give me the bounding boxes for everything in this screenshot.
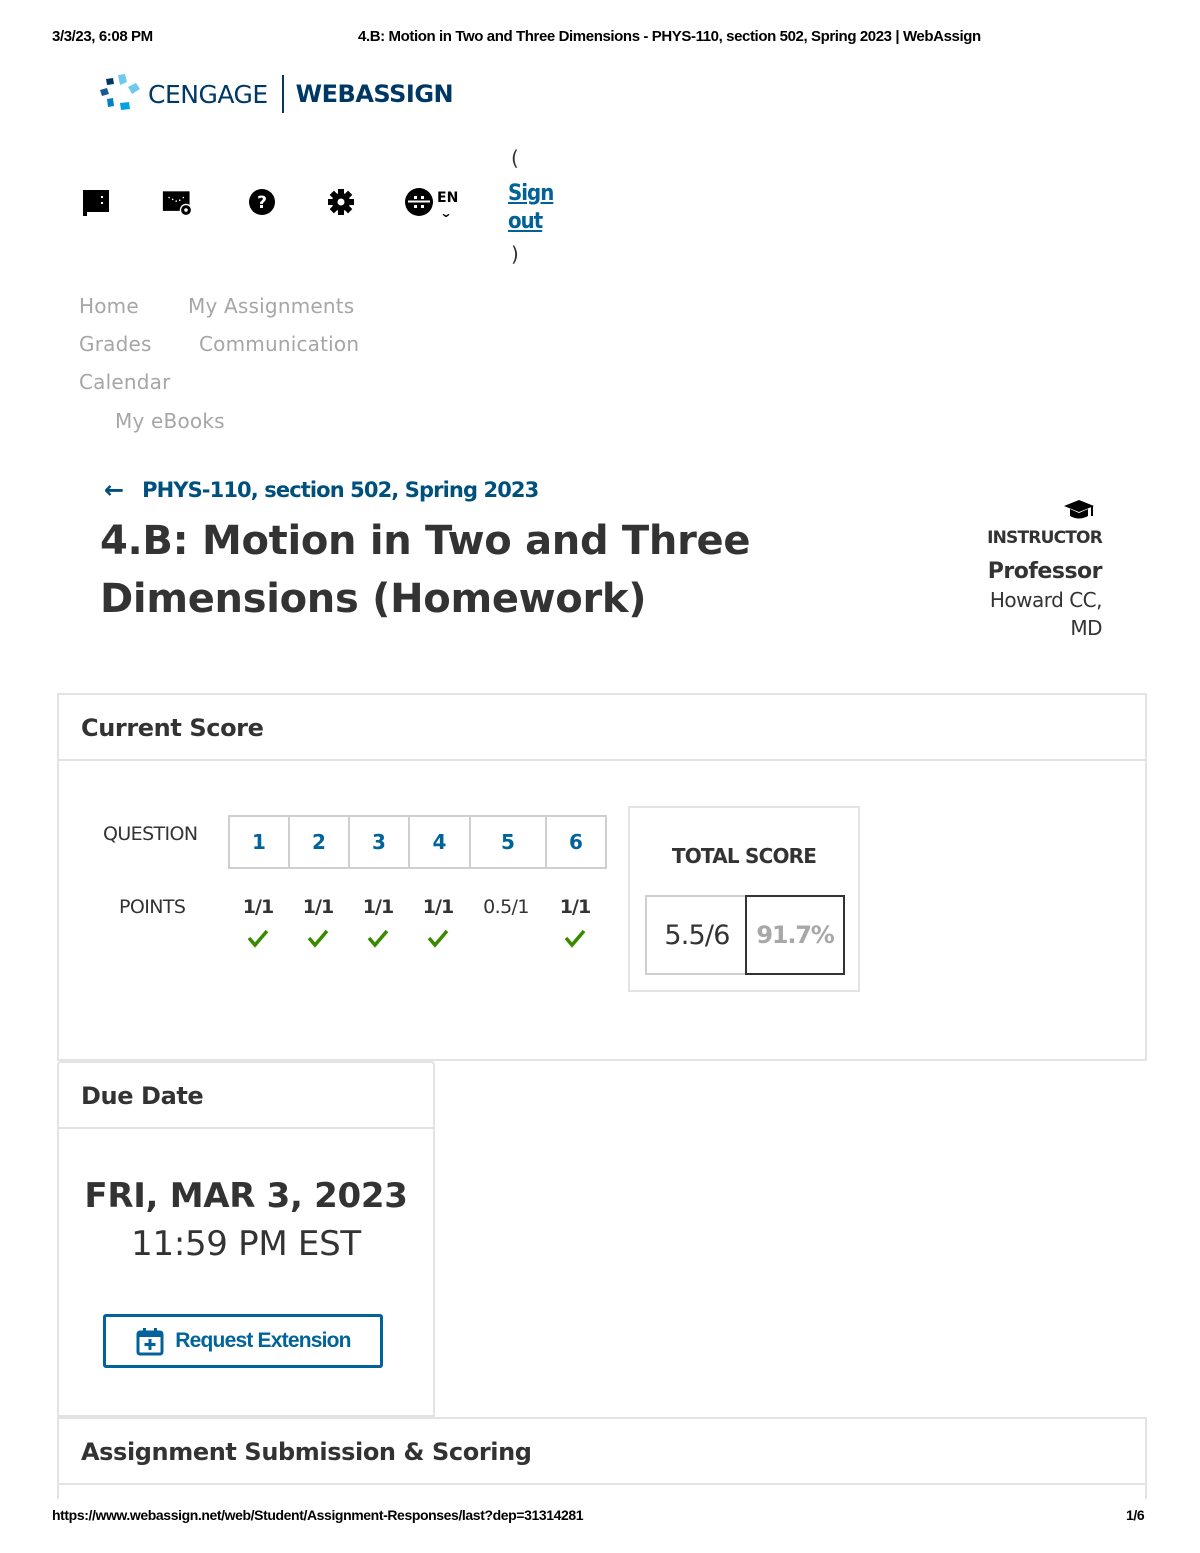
cengage-logo-icon bbox=[100, 74, 140, 110]
graduation-cap-icon bbox=[1064, 500, 1094, 519]
print-page-number: 1/6 bbox=[1126, 1507, 1145, 1523]
assignment-title: 4.B: Motion in Two and Three Dimensions … bbox=[100, 518, 751, 622]
nav-grades[interactable]: Grades bbox=[79, 332, 152, 356]
course-name: PHYS-110, section 502, Spring 2023 bbox=[142, 478, 539, 502]
flag-icon bbox=[83, 190, 109, 216]
calendar-plus-icon bbox=[136, 1328, 164, 1356]
nav-my-ebooks[interactable]: My eBooks bbox=[115, 409, 225, 433]
question-link-1[interactable]: 1 bbox=[230, 817, 290, 867]
gear-icon bbox=[328, 189, 354, 215]
settings-button[interactable] bbox=[325, 186, 357, 218]
print-datetime: 3/3/23, 6:08 PM bbox=[52, 28, 153, 45]
question-link-2[interactable]: 2 bbox=[290, 817, 350, 867]
nav-my-assignments[interactable]: My Assignments bbox=[188, 294, 354, 318]
nav-communication[interactable]: Communication bbox=[199, 332, 359, 356]
instructor-name: Howard CC, bbox=[989, 588, 1103, 612]
sign-out-link[interactable]: Sign out bbox=[508, 180, 556, 236]
course-breadcrumb[interactable]: ← PHYS-110, section 502, Spring 2023 bbox=[104, 476, 539, 504]
total-score-box: TOTAL SCORE 5.5/6 91.7% bbox=[628, 806, 860, 992]
question-link-5[interactable]: 5 bbox=[471, 817, 547, 867]
question-row-label: QUESTION bbox=[103, 823, 198, 845]
check-icon bbox=[367, 929, 389, 948]
chevron-down-icon[interactable]: ⌄ bbox=[439, 206, 452, 220]
help-button[interactable]: ? bbox=[246, 186, 278, 218]
check-icon bbox=[427, 929, 449, 948]
submission-heading: Assignment Submission & Scoring bbox=[59, 1419, 1145, 1485]
check-icon bbox=[247, 929, 269, 948]
logo-divider bbox=[281, 75, 284, 113]
signout-open-paren: ( bbox=[511, 146, 519, 170]
question-link-4[interactable]: 4 bbox=[410, 817, 471, 867]
svg-text:?: ? bbox=[257, 193, 267, 213]
current-score-card: Current Score bbox=[57, 693, 1147, 1061]
current-score-heading: Current Score bbox=[59, 695, 1145, 761]
points-row-label: POINTS bbox=[119, 896, 186, 918]
instructor-title: Professor bbox=[987, 559, 1103, 584]
request-extension-button[interactable]: Request Extension bbox=[103, 1314, 383, 1368]
question-points-6: 1/1 bbox=[559, 896, 591, 918]
back-arrow-icon: ← bbox=[104, 476, 125, 504]
dashboard-settings-button[interactable] bbox=[162, 186, 194, 218]
question-links: 1 2 3 4 5 6 bbox=[228, 815, 607, 869]
dashboard-settings-icon bbox=[162, 191, 193, 217]
check-icon bbox=[307, 929, 329, 948]
due-date-value: FRI, MAR 3, 2023 bbox=[84, 1176, 408, 1216]
signout-close-paren: ) bbox=[511, 242, 519, 266]
question-points-1: 1/1 bbox=[242, 896, 274, 918]
nav-home[interactable]: Home bbox=[79, 294, 139, 318]
cengage-webassign-logo[interactable]: CENGAGE WEBASSIGN bbox=[98, 72, 454, 116]
check-icon bbox=[564, 929, 586, 948]
question-link-6[interactable]: 6 bbox=[547, 817, 607, 867]
question-points-4: 1/1 bbox=[422, 896, 454, 918]
instructor-label: INSTRUCTOR bbox=[987, 528, 1103, 548]
instructor-credential: MD bbox=[1070, 616, 1102, 640]
total-score-percent: 91.7% bbox=[745, 895, 845, 975]
question-link-3[interactable]: 3 bbox=[350, 817, 410, 867]
print-url: https://www.webassign.net/web/Student/As… bbox=[52, 1507, 584, 1523]
logo-brand: CENGAGE bbox=[148, 79, 268, 109]
total-score-fraction: 5.5/6 bbox=[645, 895, 747, 975]
instructor-info: INSTRUCTOR Professor Howard CC, MD bbox=[987, 498, 1103, 642]
request-extension-label: Request Extension bbox=[175, 1329, 351, 1352]
due-date-heading: Due Date bbox=[59, 1063, 433, 1129]
nav-calendar[interactable]: Calendar bbox=[79, 370, 171, 394]
submission-card: Assignment Submission & Scoring bbox=[57, 1417, 1147, 1499]
total-score-label: TOTAL SCORE bbox=[671, 844, 817, 868]
language-button[interactable] bbox=[403, 186, 435, 218]
help-icon: ? bbox=[249, 189, 275, 215]
flag-button[interactable] bbox=[80, 186, 112, 218]
language-code[interactable]: EN bbox=[437, 190, 458, 206]
question-points-5: 0.5/1 bbox=[483, 896, 529, 918]
print-document-title: 4.B: Motion in Two and Three Dimensions … bbox=[358, 28, 981, 45]
question-points-2: 1/1 bbox=[302, 896, 334, 918]
question-points-3: 1/1 bbox=[362, 896, 394, 918]
globe-icon bbox=[405, 188, 433, 216]
due-time-value: 11:59 PM EST bbox=[131, 1224, 361, 1264]
logo-product: WEBASSIGN bbox=[295, 80, 454, 108]
